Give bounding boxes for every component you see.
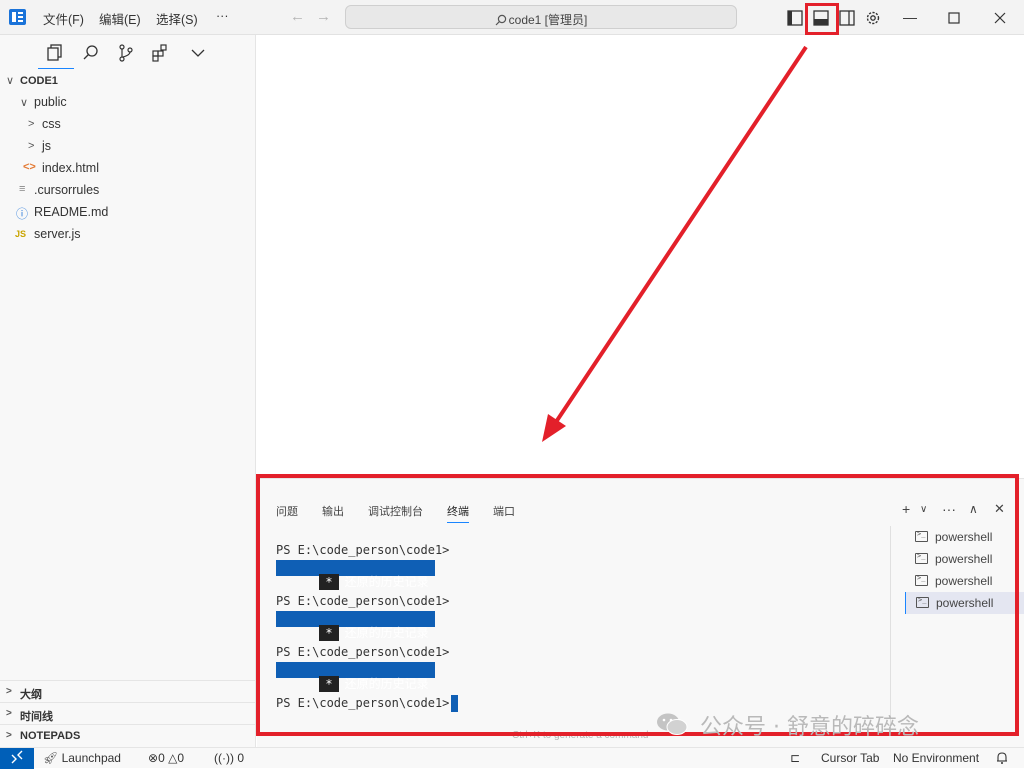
outline-section[interactable]: > 大纲 [0,680,256,702]
tree-item-public[interactable]: ∨ public [0,92,256,114]
restored-history-badge: * 还原的历史记录 [276,662,435,692]
terminal-prompt: PS E:\code_person\code1> [276,696,450,710]
tree-item-css[interactable]: > css [0,114,256,136]
chevron-down-icon: ∨ [20,97,29,109]
rocket-icon: 🚀︎ [43,751,59,765]
terminal-cursor [451,695,458,712]
tab-problems[interactable]: 问题 [276,503,298,519]
js-file-icon: JS [15,229,27,239]
menu-more[interactable]: ··· [216,9,229,23]
chevron-right-icon: > [28,118,35,130]
tab-debug-console[interactable]: 调试控制台 [368,503,423,519]
terminal-list: powershell powershell powershell powersh… [890,526,1024,736]
terminal-list-item-active[interactable]: powershell [905,592,1024,614]
more-actions-button[interactable]: ··· [942,501,956,517]
tree-item-readme[interactable]: ⓘ README.md [0,202,256,224]
tree-item-index-html[interactable]: <> index.html [0,158,256,180]
terminal-prompt: PS E:\code_person\code1> [276,645,450,659]
settings-gear-icon[interactable] [862,7,884,29]
terminal-prompt: PS E:\code_person\code1> [276,594,450,608]
restored-history-badge: * 还原的历史记录 [276,611,435,641]
terminal-icon [915,552,928,564]
ports-indicator[interactable]: ((·)) 0 [214,751,244,765]
command-center-label: code1 [管理员] [508,13,588,27]
terminal-list-item[interactable]: powershell [905,548,1024,570]
chevron-right-icon: > [6,730,12,741]
launchpad-item[interactable]: 🚀︎ Launchpad [43,751,121,765]
close-panel-button[interactable]: ✕ [994,501,1005,517]
terminal-icon [915,574,928,586]
chevron-right-icon: > [28,140,35,152]
toggle-primary-sidebar-icon[interactable] [784,7,806,29]
problems-indicator[interactable]: ⊗0 △0 [148,751,184,765]
warning-icon: △ [168,751,178,765]
maximize-icon[interactable] [943,7,965,29]
chevron-down-icon: ∨ [6,75,15,87]
terminal-hint: Ctrl+K to generate a command [512,730,649,741]
tree-item-cursorrules[interactable]: ≡ .cursorrules [0,180,256,202]
notepads-section[interactable]: > NOTEPADS [0,724,256,746]
terminal-icon [916,596,929,608]
chevron-down-icon[interactable] [188,43,208,63]
timeline-section[interactable]: > 时间线 [0,702,256,724]
environment-item[interactable]: No Environment [893,751,979,765]
root-folder-label: CODE1 [20,75,58,87]
wechat-logo-icon [657,713,688,735]
terminal-list-item[interactable]: powershell [905,570,1024,592]
tab-terminal[interactable]: 终端 [447,503,469,523]
terminal-list-item[interactable]: powershell [905,526,1024,548]
watermark-text: 公众号 · 舒意的碎碎念 [700,715,919,740]
search-icon [495,14,506,26]
explorer-files-icon[interactable] [46,43,66,63]
source-control-icon[interactable] [116,43,136,63]
cursor-tab-icon: ⊏ [790,751,801,765]
editor-area[interactable] [257,35,1024,475]
tab-ports[interactable]: 端口 [493,503,515,519]
bell-icon[interactable] [995,751,1009,765]
forward-button[interactable]: → [316,8,331,25]
back-button[interactable]: ← [290,8,305,25]
toggle-panel-highlight [805,3,839,35]
broadcast-icon: ((·)) [214,751,234,765]
minimize-button[interactable]: — [903,9,917,25]
toggle-secondary-sidebar-icon[interactable] [836,7,858,29]
explorer-root[interactable]: ∨ CODE1 [0,70,256,92]
terminal-icon [915,530,928,542]
tree-item-server-js[interactable]: JS server.js [0,224,256,246]
status-bar: 🚀︎ Launchpad ⊗0 △0 ((·)) 0 ⊏ Cursor Tab … [0,747,1024,769]
error-icon: ⊗ [148,751,159,765]
chevron-right-icon: > [6,708,12,719]
extensions-icon[interactable] [150,43,170,63]
menu-edit[interactable]: 编辑(E) [99,9,141,28]
active-view-indicator [38,68,74,69]
cursor-tab-item[interactable]: Cursor Tab [821,751,879,765]
search-view-icon[interactable] [81,43,101,63]
menu-file[interactable]: 文件(F) [43,9,84,28]
tree-item-js[interactable]: > js [0,136,256,158]
bottom-panel: 问题 输出 调试控制台 终端 端口 + ∨ ··· ∧ ✕ PS E:\code… [257,478,1024,747]
maximize-panel-button[interactable]: ∧ [969,502,978,516]
tab-output[interactable]: 输出 [322,503,344,519]
remote-icon [11,750,23,764]
info-file-icon: ⓘ [16,207,29,221]
terminal-prompt: PS E:\code_person\code1> [276,543,450,557]
command-center[interactable]: code1 [管理员] [345,5,737,29]
remote-indicator[interactable] [0,748,34,769]
new-terminal-button[interactable]: + [902,501,910,517]
app-logo-icon [9,9,26,25]
chevron-right-icon: > [6,686,12,697]
html-file-icon: <> [23,161,36,173]
chevron-down-icon[interactable]: ∨ [920,504,927,515]
close-icon[interactable] [989,7,1011,29]
restored-history-badge: * 还原的历史记录 [276,560,435,590]
menu-selection[interactable]: 选择(S) [156,9,198,28]
text-file-icon: ≡ [19,183,26,195]
title-bar: 文件(F) 编辑(E) 选择(S) ··· ← → code1 [管理员] — [0,0,1024,35]
